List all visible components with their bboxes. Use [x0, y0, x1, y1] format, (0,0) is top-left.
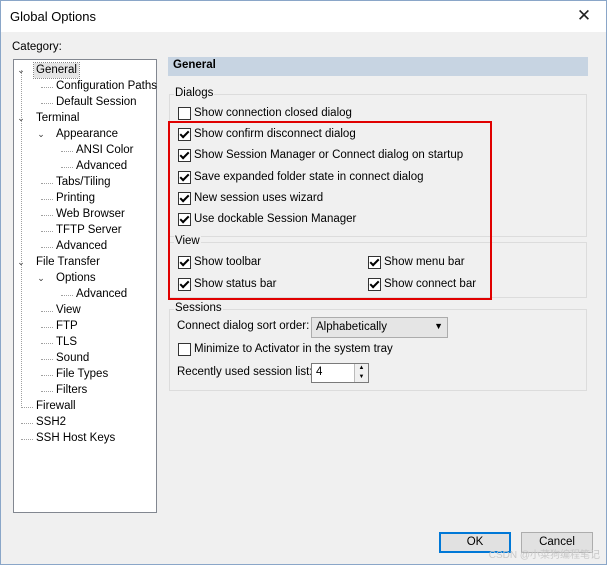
- dialogs-group-label: Dialogs: [174, 87, 215, 99]
- tree-item-ansi-color[interactable]: ANSI Color: [76, 143, 134, 158]
- tree-connector: [41, 231, 53, 232]
- checkbox-label: Show connection closed dialog: [194, 107, 352, 119]
- recent-sessions-label: Recently used session list:: [177, 366, 313, 378]
- tree-item-options[interactable]: Options: [56, 271, 96, 286]
- tree-item-file-types[interactable]: File Types: [56, 367, 108, 382]
- tree-item-file-transfer[interactable]: File Transfer: [36, 255, 100, 270]
- tree-connector: [41, 103, 53, 104]
- tree-connector: [41, 215, 53, 216]
- tree-item-ftp[interactable]: FTP: [56, 319, 78, 334]
- tree-connector: [61, 167, 73, 168]
- tree-connector: [41, 359, 53, 360]
- tree-connector: [61, 295, 73, 296]
- tree-item-tls[interactable]: TLS: [56, 335, 77, 350]
- checkbox-box: [178, 343, 191, 356]
- tree-item-configuration-paths[interactable]: Configuration Paths: [56, 79, 157, 94]
- collapse-icon[interactable]: ⌄: [36, 271, 46, 286]
- tree-connector: [21, 407, 33, 408]
- tree-item-terminal[interactable]: Terminal: [36, 111, 79, 126]
- collapse-icon[interactable]: ⌄: [36, 127, 46, 142]
- tree-connector: [41, 343, 53, 344]
- tree-connector: [21, 423, 33, 424]
- tree-connector: [41, 183, 53, 184]
- tree-connector: [61, 151, 73, 152]
- tree-item-ssh2[interactable]: SSH2: [36, 415, 66, 430]
- sort-order-select[interactable]: Alphabetically ▼: [311, 317, 448, 338]
- sessions-group-label: Sessions: [174, 302, 223, 314]
- tree-connector: [41, 247, 53, 248]
- tree-item-appearance[interactable]: Appearance: [56, 127, 118, 142]
- category-tree[interactable]: ⌄ General Configuration Paths Default Sessi…: [13, 59, 157, 513]
- title-bar: Global Options ✕: [1, 1, 606, 32]
- watermark: CSDN @小菜狗编程笔记: [488, 550, 600, 561]
- tree-item-advanced[interactable]: Advanced: [56, 239, 107, 254]
- close-icon[interactable]: ✕: [574, 6, 594, 26]
- tree-item-view[interactable]: View: [56, 303, 81, 318]
- sort-order-label: Connect dialog sort order:: [177, 320, 310, 332]
- tree-connector: [41, 199, 53, 200]
- tree-item-advanced[interactable]: Advanced: [76, 159, 127, 174]
- minimize-checkbox[interactable]: Minimize to Activator in the system tray: [178, 342, 393, 358]
- recent-sessions-spinner[interactable]: 4 ▲ ▼: [311, 363, 369, 383]
- tree-connector: [41, 375, 53, 376]
- tree-root-line: [21, 70, 22, 406]
- panel-header: General: [168, 57, 588, 76]
- tree-item-sound[interactable]: Sound: [56, 351, 89, 366]
- dialog-option-checkbox[interactable]: Show connection closed dialog: [178, 106, 352, 122]
- tree-item-tabs-tiling[interactable]: Tabs/Tiling: [56, 175, 111, 190]
- tree-connector: [41, 87, 53, 88]
- tree-item-ssh-host-keys[interactable]: SSH Host Keys: [36, 431, 115, 446]
- minimize-label: Minimize to Activator in the system tray: [194, 343, 393, 355]
- spin-down-icon[interactable]: ▼: [355, 373, 368, 382]
- highlight-annotation: [168, 121, 492, 300]
- tree-item-default-session[interactable]: Default Session: [56, 95, 137, 110]
- sort-order-value: Alphabetically: [316, 321, 387, 333]
- tree-connector: [41, 391, 53, 392]
- tree-item-firewall[interactable]: Firewall: [36, 399, 76, 414]
- spin-up-icon[interactable]: ▲: [355, 364, 368, 373]
- tree-item-general[interactable]: General: [33, 62, 80, 79]
- panel-title: General: [173, 59, 216, 71]
- tree-item-printing[interactable]: Printing: [56, 191, 95, 206]
- tree-connector: [41, 327, 53, 328]
- category-label: Category:: [12, 41, 62, 53]
- global-options-dialog: Global Options ✕ Category: ⌄ General Confi…: [0, 0, 607, 565]
- tree-item-web-browser[interactable]: Web Browser: [56, 207, 125, 222]
- tree-connector: [21, 439, 33, 440]
- tree-item-tftp-server[interactable]: TFTP Server: [56, 223, 122, 238]
- chevron-down-icon: ▼: [434, 321, 443, 331]
- window-title: Global Options: [10, 9, 96, 24]
- recent-sessions-value: 4: [316, 366, 323, 378]
- tree-item-filters[interactable]: Filters: [56, 383, 87, 398]
- tree-connector: [41, 311, 53, 312]
- checkbox-box: [178, 107, 191, 120]
- tree-item-advanced[interactable]: Advanced: [76, 287, 127, 302]
